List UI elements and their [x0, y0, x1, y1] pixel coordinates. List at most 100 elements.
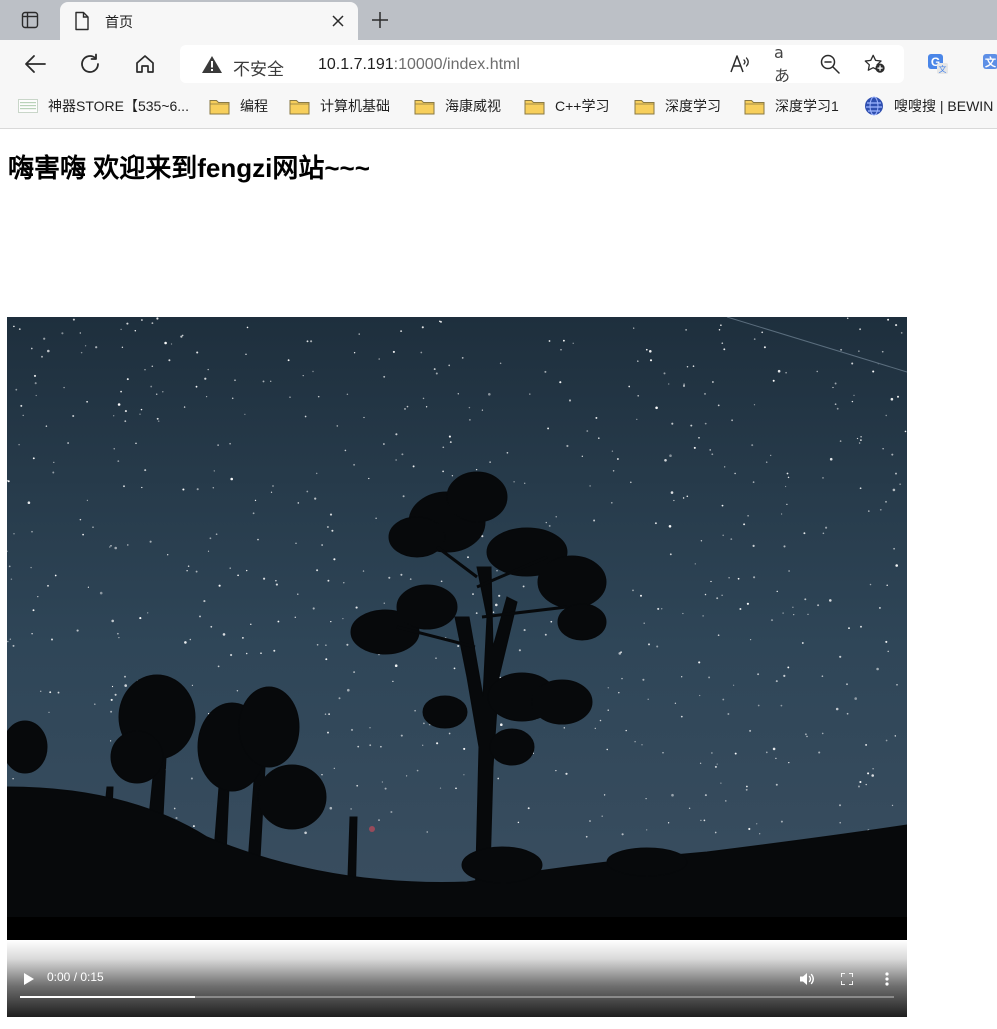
- reload-button[interactable]: [76, 50, 104, 78]
- fullscreen-button[interactable]: [838, 970, 856, 988]
- warning-icon: [202, 56, 222, 73]
- star: [693, 446, 696, 449]
- star: [746, 785, 748, 788]
- bookmark-folder[interactable]: 计算机基础: [289, 88, 390, 124]
- star: [876, 667, 879, 671]
- star: [405, 775, 408, 777]
- tab-close-button[interactable]: [328, 11, 348, 31]
- star: [222, 633, 226, 636]
- star: [312, 607, 315, 610]
- video-time: 0:00 / 0:15: [47, 970, 104, 984]
- star: [9, 638, 11, 640]
- star: [469, 419, 471, 421]
- bookmark-item[interactable]: 神器STORE【535~6...: [18, 88, 189, 124]
- translate-text-icon[interactable]: aあ: [774, 43, 796, 85]
- star: [628, 385, 631, 388]
- star: [787, 666, 790, 669]
- star: [124, 675, 126, 678]
- star: [481, 409, 484, 411]
- star: [711, 752, 713, 754]
- star: [783, 545, 786, 548]
- bookmark-folder[interactable]: 海康威视: [414, 88, 501, 124]
- star: [517, 821, 520, 824]
- star: [746, 602, 749, 605]
- folder-icon: [634, 98, 655, 115]
- translate-extension-icon[interactable]: G 文: [927, 53, 949, 75]
- star: [380, 745, 382, 748]
- star: [885, 500, 887, 503]
- zoom-out-button[interactable]: [819, 54, 841, 74]
- star: [786, 472, 789, 475]
- star: [110, 545, 112, 547]
- star: [727, 713, 730, 715]
- star: [780, 704, 783, 707]
- star: [355, 606, 358, 609]
- star: [645, 797, 647, 800]
- star: [144, 369, 146, 371]
- star: [147, 612, 149, 614]
- star: [392, 680, 394, 683]
- star: [893, 547, 895, 550]
- star: [120, 390, 122, 393]
- star: [140, 408, 143, 411]
- star: [204, 377, 207, 380]
- tab-actions-button[interactable]: [12, 6, 48, 34]
- video-progress-fill: [20, 996, 195, 998]
- video-player[interactable]: 0:00 / 0:15: [7, 317, 907, 1017]
- star: [316, 643, 319, 646]
- star: [455, 787, 457, 790]
- bookmark-label: 嗖嗖搜 | BEWIN: [894, 98, 994, 114]
- read-aloud-button[interactable]: [729, 54, 751, 74]
- star: [260, 652, 262, 654]
- more-options-button[interactable]: [878, 970, 896, 988]
- back-button[interactable]: [21, 50, 49, 78]
- address-bar[interactable]: 不安全 10.1.7.191:10000/index.html aあ: [180, 43, 904, 85]
- star: [885, 640, 888, 643]
- extension-icon[interactable]: 文: [982, 53, 997, 75]
- url-text[interactable]: 10.1.7.191:10000/index.html: [318, 56, 520, 74]
- star: [529, 393, 531, 395]
- home-button[interactable]: [131, 50, 159, 78]
- star: [821, 732, 824, 735]
- star: [544, 370, 547, 373]
- star: [213, 470, 215, 472]
- star: [718, 329, 721, 331]
- star: [378, 819, 380, 821]
- star: [648, 643, 650, 646]
- star: [439, 787, 442, 789]
- star: [881, 350, 884, 353]
- video-progress-bar[interactable]: [20, 996, 894, 998]
- star: [215, 533, 218, 536]
- bookmark-folder[interactable]: C++学习: [524, 88, 609, 124]
- new-tab-button[interactable]: [366, 6, 394, 34]
- star: [141, 486, 143, 489]
- star: [674, 702, 677, 704]
- star: [302, 374, 304, 377]
- bookmark-label: 编程: [240, 98, 268, 114]
- play-button[interactable]: [21, 971, 37, 987]
- star: [457, 644, 460, 648]
- star: [780, 820, 783, 823]
- security-label[interactable]: 不安全: [233, 55, 284, 80]
- bookmark-folder[interactable]: 深度学习: [634, 88, 721, 124]
- star: [35, 394, 37, 397]
- volume-button[interactable]: [798, 970, 816, 988]
- star: [8, 565, 11, 568]
- star: [743, 523, 746, 526]
- tab-strip: 首页: [0, 0, 997, 40]
- star: [275, 583, 278, 586]
- star: [846, 317, 849, 319]
- star: [756, 823, 758, 825]
- star: [765, 461, 768, 463]
- bookmark-item[interactable]: 嗖嗖搜 | BEWIN: [864, 88, 993, 124]
- star: [72, 318, 75, 321]
- star: [336, 425, 339, 427]
- active-tab[interactable]: 首页: [60, 2, 358, 40]
- star: [555, 516, 557, 518]
- star: [12, 778, 14, 780]
- favorite-add-button[interactable]: [864, 54, 886, 74]
- bookmark-folder[interactable]: 深度学习1: [744, 88, 839, 124]
- star: [499, 362, 502, 365]
- bookmark-folder[interactable]: 编程: [209, 88, 268, 124]
- star: [409, 578, 412, 580]
